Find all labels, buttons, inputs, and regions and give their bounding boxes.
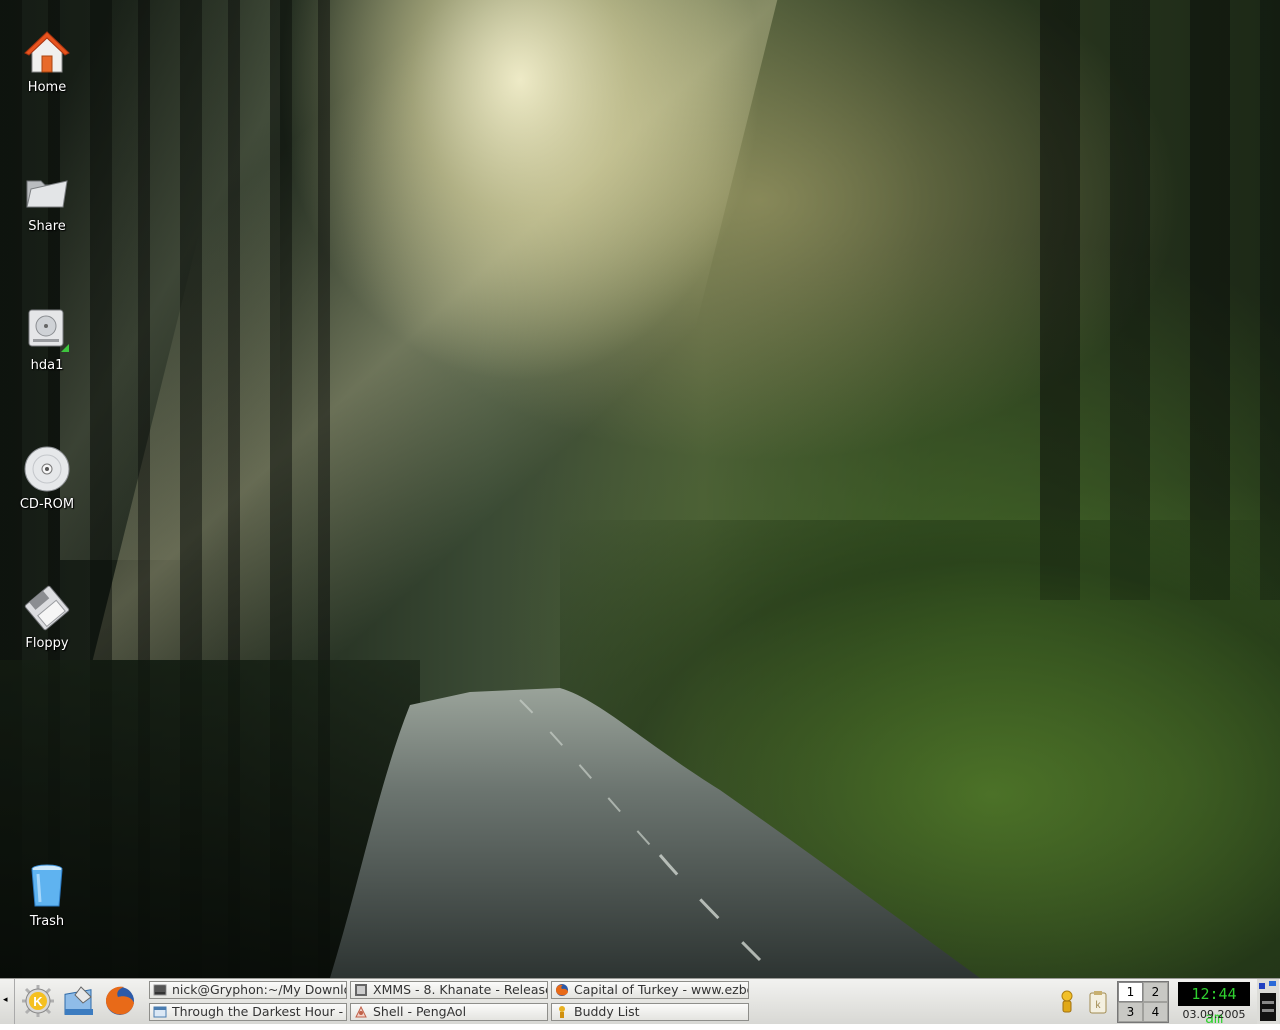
desktop-icon-trash[interactable]: Trash [7,862,87,929]
terminal-icon [153,984,167,996]
trash-icon [31,864,63,907]
task-button[interactable]: Buddy List [551,1003,749,1021]
desktop-icon-cdrom[interactable]: CD-ROM [7,445,87,512]
desktop-icon-label: CD-ROM [19,497,75,512]
task-title: XMMS - 8. Khanate - Release [373,982,548,997]
task-title: Through the Darkest Hour - Konqueror [172,1004,346,1019]
desktop-icon-label: hda1 [30,358,64,373]
desktop-icon-share[interactable]: Share [7,167,87,234]
system-monitor-icon[interactable] [1257,979,1279,1024]
task-title: Buddy List [574,1004,640,1019]
desktop-pager: 1 2 3 4 [1117,981,1169,1023]
pager-desktop-2[interactable]: 2 [1143,982,1168,1002]
task-button[interactable]: Shell - PengAol [350,1003,548,1021]
kde-panel: ◂ K nick@Gryphon:~/My Downloads XMMS - 8… [0,978,1280,1027]
task-title: nick@Gryphon:~/My Downloads [172,982,346,997]
task-button[interactable]: XMMS - 8. Khanate - Release [350,981,548,999]
firefox-icon [556,984,568,996]
arrow-left-icon: ◂ [3,995,8,1005]
svg-text:K: K [33,994,43,1009]
home-icon [24,31,70,73]
floppy-icon [24,585,70,631]
clock-time: 12:44 am [1178,982,1250,1027]
hard-drive-icon [28,309,69,352]
pager-desktop-3[interactable]: 3 [1118,1002,1143,1022]
clock[interactable]: 12:44 am 03.09.2005 [1178,982,1250,1027]
xmms-icon [355,984,367,996]
taskbar: nick@Gryphon:~/My Downloads XMMS - 8. Kh… [149,981,752,1023]
desktop-icon-label: Share [28,219,66,234]
desktop-icon-floppy[interactable]: Floppy [7,584,87,651]
pager-desktop-1[interactable]: 1 [1118,982,1143,1002]
task-title: Capital of Turkey - www.ezboard [574,982,748,997]
clock-date: 03.09.2005 [1182,1008,1246,1021]
folder-icon [26,180,68,208]
gaim-icon [559,1006,565,1018]
task-button[interactable]: nick@Gryphon:~/My Downloads [149,981,347,999]
firefox-icon[interactable] [102,983,138,1019]
task-title: Shell - PengAol [373,1004,467,1019]
task-button[interactable]: Through the Darkest Hour - Konqueror [149,1003,347,1021]
desktop-icon-home[interactable]: Home [7,28,87,95]
task-button[interactable]: Capital of Turkey - www.ezboard [551,981,749,999]
gaim-tray-icon[interactable] [1056,989,1078,1015]
desktop-icon-label: Trash [29,914,65,929]
panel-hide-button[interactable]: ◂ [0,979,15,1024]
kde-menu-icon[interactable]: K [20,983,56,1019]
pager-desktop-4[interactable]: 4 [1143,1002,1168,1022]
pengaol-icon [355,1005,367,1018]
desktop-icon-hda1[interactable]: hda1 [7,306,87,373]
cdrom-icon [24,446,70,492]
desktop-icon-label: Floppy [25,636,69,651]
konqueror-icon [153,1006,167,1018]
desktop-wallpaper [0,0,1280,978]
desktop-icon[interactable] [61,983,97,1019]
klipper-icon[interactable]: k [1087,989,1109,1015]
desktop-icon-label: Home [27,80,67,95]
